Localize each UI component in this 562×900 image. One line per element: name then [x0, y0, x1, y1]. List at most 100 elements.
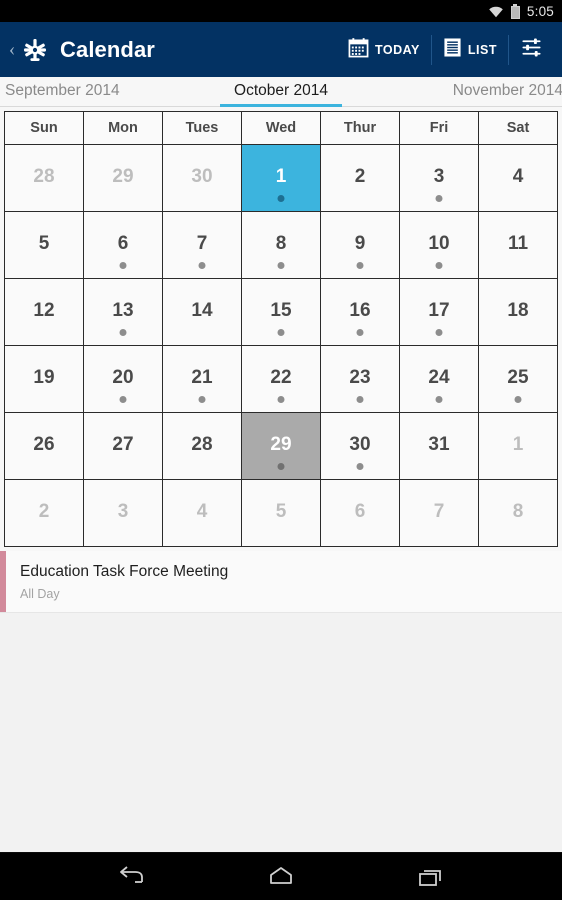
calendar-day-number: 11	[507, 233, 529, 254]
calendar-day-cell[interactable]: 18	[479, 279, 557, 345]
page-title: Calendar	[60, 36, 155, 62]
calendar-day-cell[interactable]: 27	[84, 413, 163, 479]
calendar-day-number: 8	[275, 233, 287, 254]
calendar-day-cell[interactable]: 7	[400, 480, 479, 546]
event-indicator-dot	[119, 262, 127, 269]
calendar-day-cell[interactable]: 11	[479, 212, 557, 278]
calendar-day-cell[interactable]: 30	[163, 145, 242, 211]
month-tab-next[interactable]: November 2014	[453, 82, 562, 100]
calendar-day-cell[interactable]: 5	[242, 480, 321, 546]
weekday-header-tues: Tues	[163, 112, 242, 144]
calendar-day-cell[interactable]: 1	[242, 145, 321, 211]
calendar-day-cell[interactable]: 28	[5, 145, 84, 211]
calendar-day-cell[interactable]: 8	[479, 480, 557, 546]
calendar-day-number: 18	[507, 300, 529, 321]
calendar-day-cell[interactable]: 30	[321, 413, 400, 479]
calendar-day-cell[interactable]: 4	[479, 145, 557, 211]
calendar-day-number: 8	[512, 501, 524, 522]
calendar-day-cell[interactable]: 21	[163, 346, 242, 412]
calendar-day-number: 29	[112, 166, 134, 187]
calendar-day-cell[interactable]: 23	[321, 346, 400, 412]
calendar-day-number: 31	[428, 434, 450, 455]
calendar-week-row: 2 3 4 5 6 7 8	[5, 479, 557, 546]
calendar-day-cell[interactable]: 6	[84, 212, 163, 278]
calendar-day-number: 26	[33, 434, 55, 455]
snowflake-logo-icon	[20, 35, 50, 65]
calendar-day-cell[interactable]: 3	[400, 145, 479, 211]
calendar-day-number: 28	[33, 166, 55, 187]
event-indicator-dot	[356, 262, 364, 269]
event-title: Education Task Force Meeting	[20, 563, 229, 580]
calendar-day-cell[interactable]: 1	[479, 413, 557, 479]
event-indicator-dot	[356, 463, 364, 470]
calendar-day-cell[interactable]: 28	[163, 413, 242, 479]
calendar-day-cell[interactable]: 2	[321, 145, 400, 211]
calendar-day-number: 1	[275, 166, 287, 187]
calendar-day-cell[interactable]: 29	[84, 145, 163, 211]
weekday-header-thur: Thur	[321, 112, 400, 144]
today-button-label: TODAY	[375, 42, 420, 57]
calendar-day-cell[interactable]: 16	[321, 279, 400, 345]
calendar-day-cell[interactable]: 20	[84, 346, 163, 412]
weekday-header-row: Sun Mon Tues Wed Thur Fri Sat	[5, 112, 557, 144]
home-icon[interactable]	[261, 860, 301, 894]
calendar-day-cell[interactable]: 26	[5, 413, 84, 479]
calendar-day-number: 7	[196, 233, 208, 254]
list-button-label: LIST	[467, 42, 497, 57]
weekday-header-sun: Sun	[5, 112, 84, 144]
calendar-day-number: 7	[433, 501, 445, 522]
filter-button[interactable]	[509, 33, 554, 67]
calendar-day-cell[interactable]: 7	[163, 212, 242, 278]
calendar-day-cell[interactable]: 10	[400, 212, 479, 278]
event-indicator-dot	[356, 329, 364, 336]
calendar-icon	[348, 37, 369, 63]
event-indicator-dot	[356, 396, 364, 403]
weekday-header-sat: Sat	[479, 112, 557, 144]
weekday-header-wed: Wed	[242, 112, 321, 144]
calendar-day-cell[interactable]: 2	[5, 480, 84, 546]
empty-area	[0, 613, 562, 852]
today-button[interactable]: TODAY	[337, 33, 431, 67]
calendar-day-cell[interactable]: 25	[479, 346, 557, 412]
calendar-day-number: 2	[38, 501, 50, 522]
event-body: Education Task Force Meeting All Day	[6, 551, 228, 612]
app-bar-actions: TODAY LIST	[337, 22, 554, 77]
calendar-day-number: 20	[112, 367, 134, 388]
month-tab-previous[interactable]: September 2014	[5, 82, 120, 100]
weekday-header-mon: Mon	[84, 112, 163, 144]
event-indicator-dot	[277, 329, 285, 336]
recents-icon[interactable]	[411, 860, 451, 894]
calendar-day-cell[interactable]: 19	[5, 346, 84, 412]
calendar-day-cell[interactable]: 14	[163, 279, 242, 345]
calendar-day-cell[interactable]: 13	[84, 279, 163, 345]
calendar-day-cell[interactable]: 22	[242, 346, 321, 412]
calendar-day-cell[interactable]: 24	[400, 346, 479, 412]
month-navigation-strip: September 2014 October 2014 November 201…	[0, 77, 562, 107]
event-indicator-dot	[435, 396, 443, 403]
event-list-item[interactable]: Education Task Force Meeting All Day	[0, 551, 562, 613]
calendar-day-cell[interactable]: 4	[163, 480, 242, 546]
calendar-day-cell[interactable]: 5	[5, 212, 84, 278]
calendar-day-cell[interactable]: 6	[321, 480, 400, 546]
phone-screen: 5:05 ‹ Calendar TODAY LIST September 201…	[0, 0, 562, 852]
back-icon[interactable]	[111, 860, 151, 894]
list-button[interactable]: LIST	[432, 33, 508, 67]
calendar-day-cell[interactable]: 12	[5, 279, 84, 345]
calendar-day-number: 30	[191, 166, 213, 187]
back-chevron-icon[interactable]: ‹	[4, 40, 20, 59]
calendar-day-cell[interactable]: 17	[400, 279, 479, 345]
calendar-day-cell[interactable]: 31	[400, 413, 479, 479]
calendar-day-cell[interactable]: 9	[321, 212, 400, 278]
event-indicator-dot	[119, 329, 127, 336]
calendar-day-number: 29	[270, 434, 292, 455]
calendar-day-cell[interactable]: 8	[242, 212, 321, 278]
event-indicator-dot	[119, 396, 127, 403]
event-indicator-dot	[198, 396, 206, 403]
calendar-day-number: 2	[354, 166, 366, 187]
calendar-day-cell[interactable]: 3	[84, 480, 163, 546]
calendar-day-cell[interactable]: 29	[242, 413, 321, 479]
calendar-day-cell[interactable]: 15	[242, 279, 321, 345]
battery-icon	[510, 3, 520, 19]
month-tab-current[interactable]: October 2014	[234, 82, 328, 100]
calendar-day-number: 30	[349, 434, 371, 455]
